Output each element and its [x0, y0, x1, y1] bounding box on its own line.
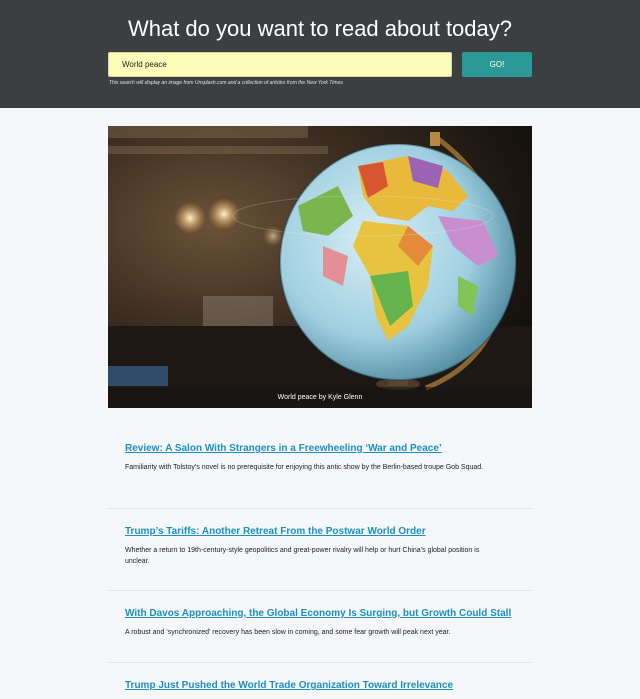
page-header: What do you want to read about today? GO… [0, 0, 640, 108]
article-title-link[interactable]: Trump’s Tariffs: Another Retreat From th… [125, 509, 532, 537]
article-title-link[interactable]: With Davos Approaching, the Global Econo… [125, 591, 532, 619]
article-title-link[interactable]: Review: A Salon With Strangers in a Free… [125, 428, 532, 454]
search-hint: This search will display an image from U… [109, 80, 343, 86]
article-item: Trump Just Pushed the World Trade Organi… [108, 663, 532, 691]
image-caption: World peace by Kyle Glenn [108, 387, 532, 408]
article-item: Review: A Salon With Strangers in a Free… [108, 428, 532, 509]
article-list: Review: A Salon With Strangers in a Free… [108, 428, 532, 699]
article-summary: Whether a return to 19th-century-style g… [125, 547, 480, 565]
article-title-link[interactable]: Trump Just Pushed the World Trade Organi… [125, 663, 532, 691]
article-summary: A robust and ‘synchronized’ recovery has… [125, 629, 451, 636]
go-button[interactable]: GO! [462, 52, 532, 77]
search-form: GO! [108, 52, 532, 78]
page-title: What do you want to read about today? [127, 16, 513, 41]
article-item: Trump’s Tariffs: Another Retreat From th… [108, 509, 532, 591]
article-summary: Familiarity with Tolstoy’s novel is no p… [125, 464, 484, 471]
globe-photo [108, 126, 532, 408]
search-input[interactable] [108, 52, 452, 77]
hero-image: World peace by Kyle Glenn [108, 126, 532, 408]
article-item: With Davos Approaching, the Global Econo… [108, 591, 532, 663]
